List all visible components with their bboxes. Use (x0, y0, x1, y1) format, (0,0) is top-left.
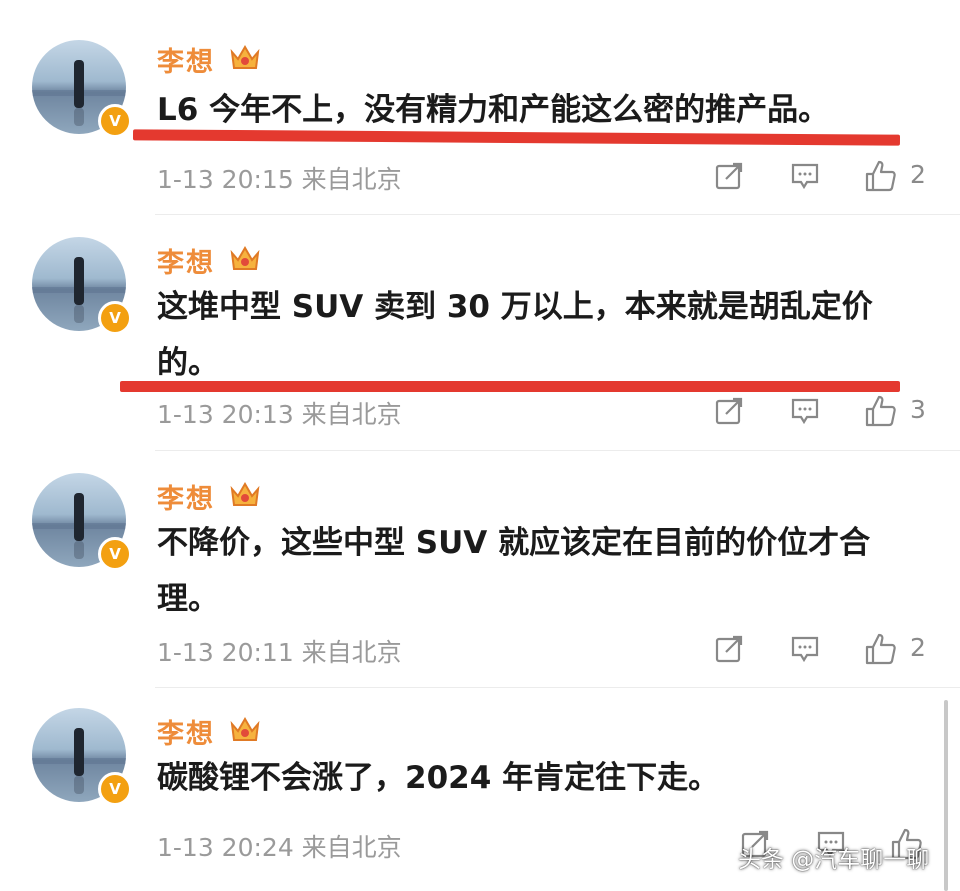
crown-icon (230, 246, 260, 270)
comment-text: 这堆中型 SUV 卖到 30 万以上，本来就是胡乱定价的。 (157, 289, 873, 381)
thumbs-up-icon[interactable] (864, 632, 898, 666)
thumbs-up-icon[interactable] (864, 394, 898, 428)
author-name[interactable]: 李想 (157, 477, 215, 516)
comment-text: 不降价，这些中型 SUV 就应该定在目前的价位才合理。 (157, 525, 871, 617)
author-name[interactable]: 李想 (157, 241, 215, 280)
verified-badge-icon: V (98, 772, 132, 806)
comment-icon[interactable] (790, 396, 820, 426)
crown-icon (230, 45, 260, 69)
like-count: 2 (910, 633, 926, 662)
comment-item: V 李想 L6 今年不上，没有精力和产能这么密的推产品。 1-13 20:15 … (0, 0, 960, 215)
comment-item: V 李想 不降价，这些中型 SUV 就应该定在目前的价位才合理。 1-13 20… (0, 451, 960, 687)
verified-badge-icon: V (98, 537, 132, 571)
watermark-text: 头条 @汽车聊一聊 (738, 847, 930, 873)
comment-icon[interactable] (790, 634, 820, 664)
comment-meta: 1-13 20:24 来自北京 (157, 833, 402, 862)
comment-meta: 1-13 20:11 来自北京 (157, 638, 402, 667)
share-icon[interactable] (714, 396, 744, 426)
comment-item: V 李想 这堆中型 SUV 卖到 30 万以上，本来就是胡乱定价的。 1-13 … (0, 215, 960, 450)
share-icon[interactable] (714, 161, 744, 191)
thumbs-up-icon[interactable] (864, 159, 898, 193)
comment-meta: 1-13 20:15 来自北京 (157, 165, 402, 194)
crown-icon (230, 482, 260, 506)
comment-icon[interactable] (790, 161, 820, 191)
crown-icon (230, 717, 260, 741)
author-name[interactable]: 李想 (157, 40, 215, 79)
like-count: 2 (910, 160, 926, 189)
verified-badge-icon: V (98, 104, 132, 138)
comment-text: 碳酸锂不会涨了，2024 年肯定往下走。 (157, 760, 720, 796)
verified-badge-icon: V (98, 301, 132, 335)
scrollbar[interactable] (944, 700, 948, 891)
like-count: 3 (910, 395, 926, 424)
highlight-underline (120, 381, 900, 392)
share-icon[interactable] (714, 634, 744, 664)
comment-meta: 1-13 20:13 来自北京 (157, 400, 402, 429)
author-name[interactable]: 李想 (157, 712, 215, 751)
